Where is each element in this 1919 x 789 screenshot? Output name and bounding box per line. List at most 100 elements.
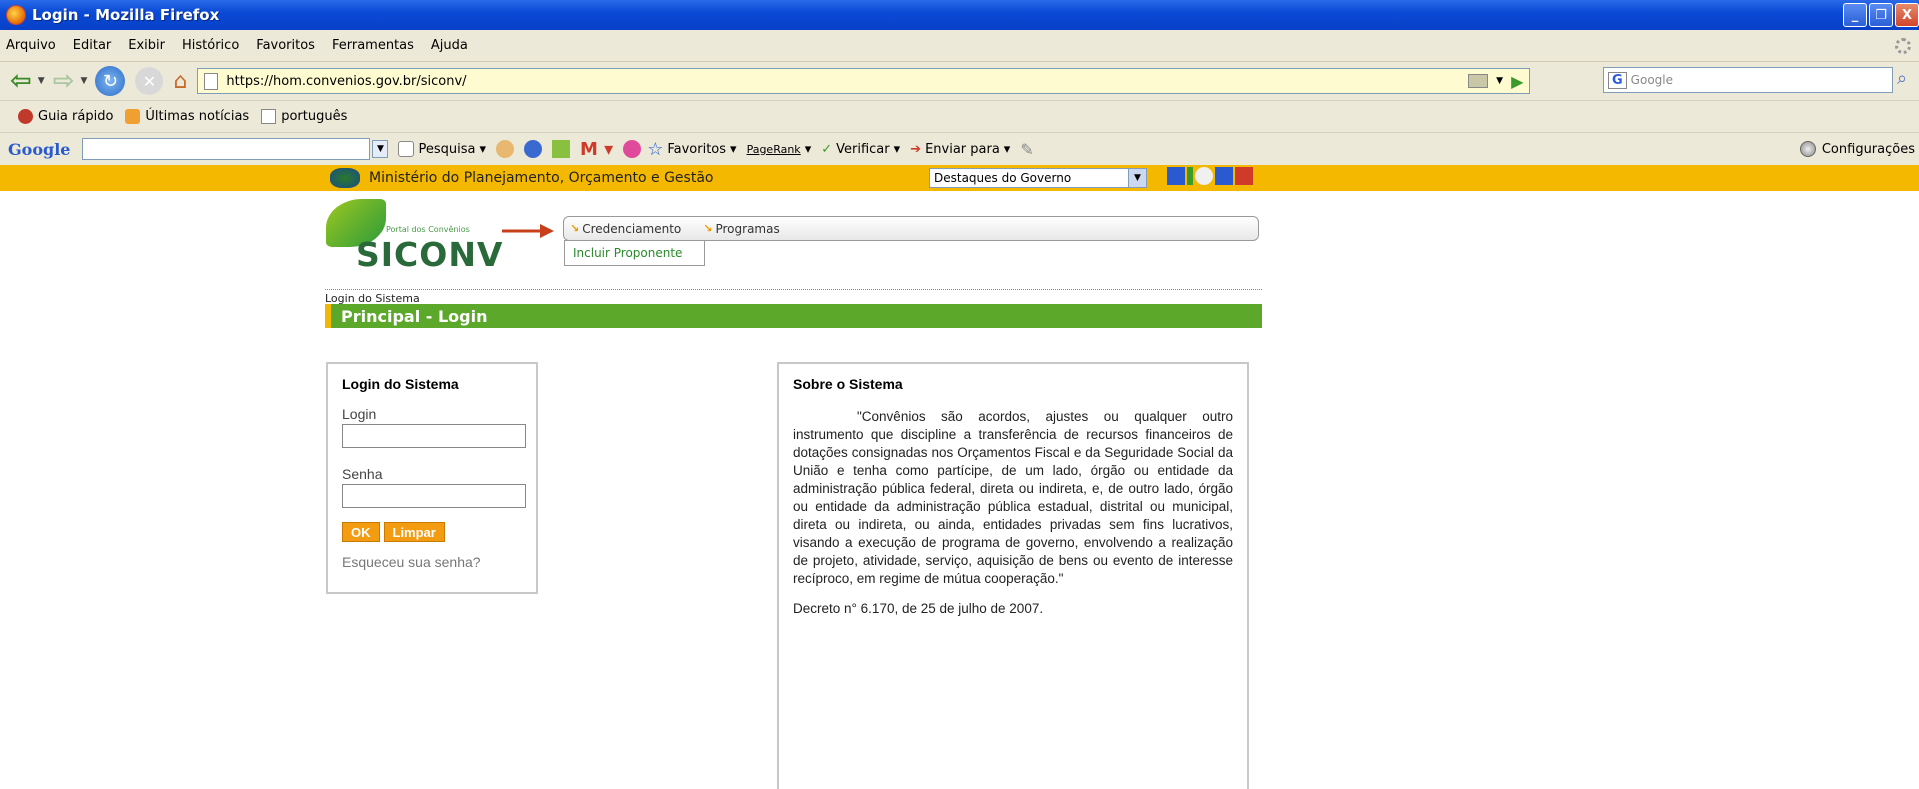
page-title: Principal - Login [325, 304, 1262, 328]
menu-ajuda[interactable]: Ajuda [431, 38, 468, 53]
minimize-button[interactable]: _ [1843, 3, 1867, 27]
forward-icon[interactable]: ⇨ [53, 66, 75, 96]
brasil-logo [1167, 167, 1253, 185]
stop-icon[interactable]: ✕ [135, 67, 164, 95]
siconv-logo[interactable]: Portal dos Convênios SICONV [322, 197, 504, 274]
google-search-label: Pesquisa [418, 141, 476, 157]
send-to-label: Enviar para [925, 141, 1000, 157]
menu-programas-label: Programas [715, 221, 780, 236]
forgot-password-link[interactable]: Esqueceu sua senha? [342, 554, 481, 570]
login-input[interactable] [342, 424, 526, 448]
site-identity-icon[interactable] [1468, 74, 1489, 88]
bookmark-portugues[interactable]: português [261, 109, 347, 124]
password-label: Senha [342, 466, 383, 482]
search-icon[interactable]: ⌕ [1897, 68, 1915, 89]
menu-historico[interactable]: Histórico [182, 38, 239, 53]
google-logo[interactable]: Google [8, 140, 70, 159]
window-title: Login - Mozilla Firefox [32, 6, 220, 24]
login-label: Login [342, 406, 377, 422]
logo-subtitle: Portal dos Convênios [386, 225, 470, 234]
menu-exibir[interactable]: Exibir [128, 38, 165, 53]
site-menu: ↘ Credenciamento ↘ Programas [563, 216, 1259, 241]
menu-arrow-icon: ↘ [570, 222, 580, 235]
google-g-icon [398, 141, 415, 157]
search-bar[interactable]: G Google [1603, 67, 1893, 93]
google-settings-button[interactable]: Configurações [1799, 141, 1915, 157]
highlighter-icon[interactable]: ✎ [1020, 140, 1033, 159]
page-icon [261, 109, 277, 124]
google-search-button[interactable]: Pesquisa ▾ [398, 141, 486, 157]
settings-icon [1799, 141, 1816, 157]
window-controls: _ ❐ X [1843, 3, 1919, 27]
about-heading: Sobre o Sistema [793, 376, 903, 392]
bookmarks-bar: Guia rápido Últimas notícias português [0, 100, 1919, 132]
pagerank-label: PageRank [746, 142, 801, 156]
highlights-select[interactable]: Destaques do Governo ▼ [929, 168, 1147, 188]
url-bar[interactable]: https://hom.convenios.gov.br/siconv/ ▼ ▶ [197, 68, 1531, 94]
bookmark-icon [18, 109, 33, 124]
menu-bar: Arquivo Editar Exibir Histórico Favorito… [0, 30, 1919, 62]
logo-text: SICONV [356, 235, 504, 274]
rss-icon [125, 109, 141, 124]
about-panel: Sobre o Sistema "Convênios são acordos, … [777, 362, 1249, 789]
login-buttons: OK Limpar [342, 522, 522, 542]
globe-icon[interactable] [523, 140, 542, 158]
menu-credenciamento-label: Credenciamento [582, 221, 682, 236]
firefox-icon [6, 5, 26, 25]
menu-programas[interactable]: ↘ Programas [703, 222, 779, 236]
home-icon[interactable]: ⌂ [173, 69, 187, 94]
send-to-button[interactable]: ➔ Enviar para ▾ [910, 142, 1010, 157]
google-search-input[interactable] [82, 138, 371, 160]
government-emblem-icon [330, 168, 360, 188]
orkut-icon[interactable] [623, 140, 642, 158]
pagerank-button[interactable]: PageRank ▾ [747, 142, 812, 157]
government-bar: Ministério do Planejamento, Orçamento e … [0, 165, 1919, 191]
google-search-dropdown[interactable]: ▼ [372, 140, 389, 158]
spellcheck-icon: ✓ [821, 141, 833, 157]
bookmark-ultimas-noticias[interactable]: Últimas notícias [125, 109, 249, 124]
url-text[interactable]: https://hom.convenios.gov.br/siconv/ [226, 74, 466, 89]
login-panel: Login do Sistema Login Senha OK Limpar E… [326, 362, 538, 594]
menu-editar[interactable]: Editar [73, 38, 112, 53]
menu-arrow-icon: ↘ [703, 222, 713, 235]
menu-arquivo[interactable]: Arquivo [6, 38, 56, 53]
clear-button[interactable]: Limpar [383, 522, 445, 542]
reload-icon[interactable]: ↻ [95, 66, 126, 96]
password-input[interactable] [342, 484, 526, 508]
bookmark-guia-rapido[interactable]: Guia rápido [18, 109, 113, 124]
navigation-toolbar: ⇦ ▼ ⇨ ▼ ↻ ✕ ⌂ https://hom.convenios.gov.… [0, 62, 1919, 100]
url-history-dropdown[interactable]: ▼ [1496, 76, 1503, 86]
settings-label: Configurações [1821, 141, 1915, 157]
back-history-dropdown[interactable]: ▼ [38, 76, 45, 86]
gmail-icon[interactable]: M ▾ [580, 139, 613, 160]
page-icon [204, 72, 219, 90]
highlights-select-value: Destaques do Governo [934, 171, 1072, 185]
google-bookmarks-button[interactable]: ☆ Favoritos ▾ [647, 139, 736, 160]
spellcheck-button[interactable]: ✓ Verificar ▾ [821, 142, 900, 157]
bookmark-label: Últimas notícias [145, 109, 250, 124]
bookmark-label: Guia rápido [38, 109, 114, 124]
close-button[interactable]: X [1895, 3, 1919, 27]
google-bookmarks-label: Favoritos [667, 141, 727, 157]
menu-credenciamento[interactable]: ↘ Credenciamento [570, 222, 681, 236]
menu-ferramentas[interactable]: Ferramentas [332, 38, 414, 53]
maximize-button[interactable]: ❐ [1869, 3, 1893, 27]
search-engine-icon[interactable]: G [1608, 71, 1627, 89]
menu-favoritos[interactable]: Favoritos [256, 38, 315, 53]
throbber-icon [1895, 38, 1911, 54]
puzzle-icon[interactable] [551, 140, 570, 158]
bookmark-label: português [281, 109, 348, 124]
back-icon[interactable]: ⇦ [10, 66, 32, 96]
about-decree: Decreto n° 6.170, de 25 de julho de 2007… [793, 601, 1044, 616]
submenu-incluir-proponente[interactable]: Incluir Proponente [564, 240, 705, 266]
ministry-title[interactable]: Ministério do Planejamento, Orçamento e … [369, 170, 713, 186]
send-icon: ➔ [910, 141, 922, 157]
chevron-down-icon[interactable]: ▼ [1128, 169, 1146, 187]
divider [325, 289, 1262, 290]
ok-button[interactable]: OK [342, 522, 380, 542]
news-icon[interactable] [495, 140, 514, 158]
search-placeholder: Google [1630, 73, 1673, 87]
forward-history-dropdown[interactable]: ▼ [81, 76, 88, 86]
go-icon[interactable]: ▶ [1511, 72, 1523, 91]
about-quote: "Convênios são acordos, ajustes ou qualq… [793, 409, 1233, 586]
